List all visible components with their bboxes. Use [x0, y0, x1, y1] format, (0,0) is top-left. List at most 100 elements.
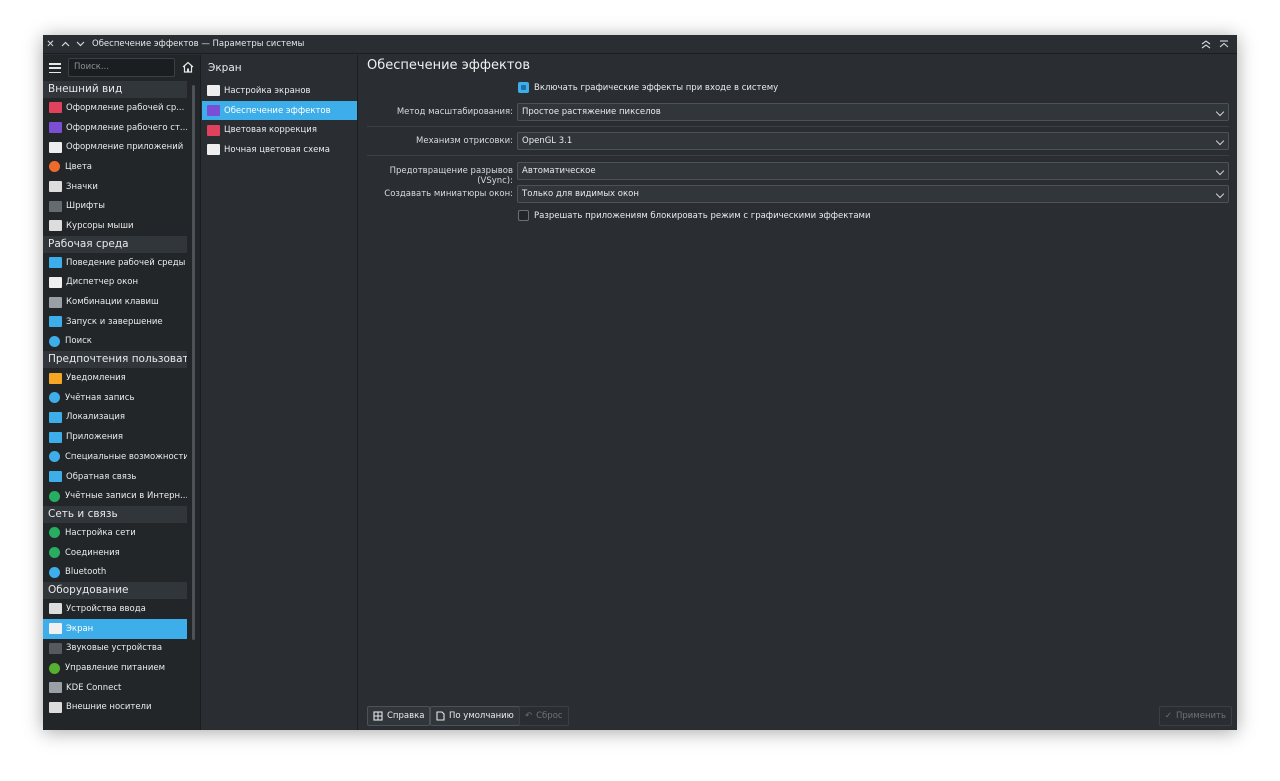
- applications-icon: [49, 431, 62, 443]
- reset-button[interactable]: ↶ Сброс: [519, 706, 569, 726]
- allow-block-checkbox[interactable]: Разрешать приложениям блокировать режим …: [518, 210, 871, 221]
- online-accounts-icon: [49, 490, 60, 502]
- subcategory-item[interactable]: Ночная цветовая схема: [202, 140, 357, 160]
- vsync-value: Автоматическое: [522, 166, 596, 176]
- sidebar-item[interactable]: Диспетчер окон: [43, 273, 187, 293]
- phone-icon: [49, 682, 62, 694]
- page-title: Обеспечение эффектов: [367, 58, 531, 73]
- cursor-icon: [49, 220, 62, 232]
- title-bar: ✕ Обеспечение эффектов — Параметры систе…: [43, 35, 1237, 54]
- icons-icon: [49, 181, 62, 193]
- sidebar-scrollbar[interactable]: [192, 85, 195, 640]
- sidebar-category: Внешний вид: [43, 81, 187, 98]
- sidebar-item-label: Специальные возможности: [65, 451, 187, 462]
- fonts-icon: [49, 200, 62, 212]
- close-icon[interactable]: ✕: [43, 35, 58, 54]
- subcategory-item[interactable]: Цветовая коррекция: [202, 120, 357, 140]
- apply-button[interactable]: ✓ Применить: [1158, 706, 1232, 726]
- locale-icon: [49, 411, 62, 423]
- sidebar-category: Сеть и связь: [43, 506, 187, 524]
- search-input[interactable]: Поиск...: [68, 58, 175, 77]
- sidebar-item[interactable]: Соединения: [43, 543, 187, 563]
- sidebar-item[interactable]: Значки: [43, 177, 187, 197]
- subcategory-item-label: Обеспечение эффектов: [224, 105, 331, 116]
- sidebar-item[interactable]: Приложения: [43, 427, 187, 447]
- chevron-down-icon: [1215, 166, 1225, 176]
- thumbnails-value: Только для видимых окон: [522, 189, 639, 199]
- power-icon: [49, 662, 60, 674]
- backend-select[interactable]: OpenGL 3.1: [517, 132, 1229, 150]
- undo-icon: ↶: [525, 711, 533, 721]
- sidebar-item[interactable]: Оформление приложений: [43, 137, 187, 157]
- thumbnails-select[interactable]: Только для видимых окон: [517, 185, 1229, 203]
- search-icon: [49, 335, 60, 347]
- sidebar-item[interactable]: Поиск: [43, 332, 187, 352]
- sidebar-item[interactable]: Учётные записи в Интерн...: [43, 486, 187, 506]
- maximize-icon[interactable]: [58, 35, 73, 54]
- sidebar-item[interactable]: Управление питанием: [43, 658, 187, 678]
- defaults-button[interactable]: По умолчанию: [430, 706, 520, 726]
- home-icon[interactable]: [181, 60, 195, 74]
- sidebar-item[interactable]: Оформление рабочего ст...: [43, 118, 187, 138]
- feedback-icon: [49, 471, 62, 483]
- subcategory-title: Экран: [208, 62, 242, 74]
- keyboard-icon: [49, 296, 62, 308]
- sidebar-item[interactable]: Оформление рабочей ср...: [43, 98, 187, 118]
- sidebar-item[interactable]: Экран: [43, 618, 187, 639]
- sidebar-item[interactable]: Комбинации клавиш: [43, 292, 187, 312]
- workspace-icon: [49, 257, 62, 269]
- main-panel: Обеспечение эффектов Включать графически…: [359, 55, 1237, 730]
- sidebar-item[interactable]: Поведение рабочей среды: [43, 253, 187, 273]
- sidebar-item-label: Учётная запись: [65, 392, 135, 403]
- enable-effects-label: Включать графические эффекты при входе в…: [534, 82, 779, 93]
- sidebar-item-label: Настройка сети: [65, 527, 136, 538]
- sidebar-category: Предпочтения пользователя: [43, 351, 187, 369]
- sidebar-item[interactable]: Обратная связь: [43, 467, 187, 487]
- sidebar-item-label: Шрифты: [66, 201, 105, 212]
- checkbox-checked-icon[interactable]: [518, 82, 529, 93]
- sidebar-item-label: Управление питанием: [65, 663, 165, 674]
- sidebar-item[interactable]: Запуск и завершение: [43, 312, 187, 332]
- scaling-select[interactable]: Простое растяжение пикселов: [517, 103, 1229, 121]
- sidebar-item-label: Уведомления: [66, 373, 126, 384]
- sidebar-item[interactable]: Учётная запись: [43, 388, 187, 408]
- sidebar-item-label: Поиск: [65, 336, 92, 347]
- hamburger-menu-icon[interactable]: [49, 63, 61, 73]
- sidebar-list: Внешний вид Оформление рабочей ср... Оформ…: [43, 81, 187, 717]
- vsync-label: Предотвращение разрывов (VSync):: [389, 166, 513, 186]
- chevron-down-icon: [1215, 107, 1225, 117]
- window-manager-icon: [49, 276, 62, 288]
- input-devices-icon: [49, 603, 62, 615]
- vsync-select[interactable]: Автоматическое: [517, 162, 1229, 180]
- keep-above-icon[interactable]: [1198, 35, 1213, 54]
- color-correction-icon: [207, 124, 220, 136]
- sidebar-item[interactable]: Курсоры мыши: [43, 216, 187, 236]
- divider: [367, 126, 1229, 127]
- shade-icon[interactable]: [1216, 35, 1231, 54]
- sidebar-item-label: Запуск и завершение: [66, 316, 163, 327]
- help-button[interactable]: Справка: [367, 706, 431, 726]
- help-label: Справка: [387, 711, 425, 721]
- sidebar-item[interactable]: KDE Connect: [43, 678, 187, 698]
- night-color-icon: [207, 144, 220, 156]
- sidebar-item[interactable]: Bluetooth: [43, 562, 187, 582]
- reset-label: Сброс: [536, 711, 563, 721]
- sidebar-item[interactable]: Уведомления: [43, 368, 187, 388]
- sidebar-item[interactable]: Шрифты: [43, 196, 187, 216]
- check-icon: ✓: [1164, 711, 1172, 721]
- sidebar-item[interactable]: Настройка сети: [43, 523, 187, 543]
- minimize-icon[interactable]: [73, 35, 88, 54]
- enable-effects-checkbox[interactable]: Включать графические эффекты при входе в…: [518, 82, 778, 93]
- checkbox-unchecked-icon[interactable]: [518, 210, 529, 221]
- sidebar-item[interactable]: Устройства ввода: [43, 599, 187, 619]
- help-icon: [373, 711, 383, 721]
- backend-value: OpenGL 3.1: [522, 136, 573, 146]
- subcategory-item[interactable]: Настройка экранов: [202, 81, 357, 101]
- sidebar-item[interactable]: Внешние носители: [43, 698, 187, 718]
- sidebar-category: Рабочая среда: [43, 235, 187, 253]
- sidebar-item[interactable]: Цвета: [43, 157, 187, 177]
- sidebar-item[interactable]: Звуковые устройства: [43, 639, 187, 659]
- subcategory-item[interactable]: Обеспечение эффектов: [202, 100, 357, 121]
- sidebar-item[interactable]: Специальные возможности: [43, 447, 187, 467]
- sidebar-item[interactable]: Локализация: [43, 408, 187, 428]
